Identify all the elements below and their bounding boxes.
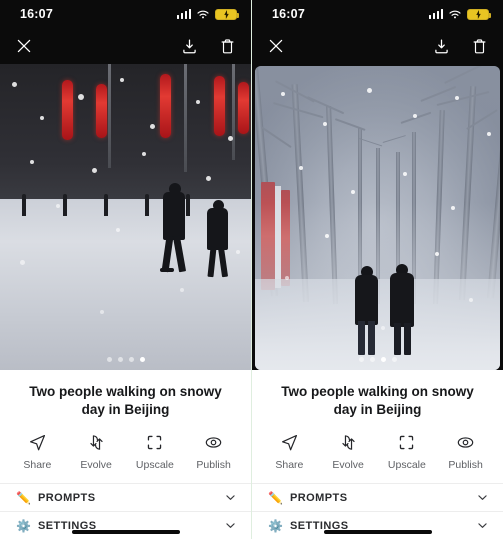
action-bar-left: Share Evolve Upscale Publish	[0, 431, 251, 483]
page-dot[interactable]	[391, 356, 397, 362]
page-dot[interactable]	[369, 356, 375, 362]
action-label: Share	[23, 459, 52, 471]
swap-arrows-icon	[89, 435, 103, 450]
status-bar: 16:07	[252, 0, 503, 28]
page-dot-active[interactable]	[139, 356, 145, 362]
action-label: Evolve	[80, 459, 112, 471]
battery-charging-icon	[215, 8, 239, 20]
section-prompts[interactable]: ✏️ PROMPTS	[252, 483, 503, 511]
status-bar: 16:07	[0, 0, 251, 28]
image-viewer-left[interactable]	[0, 64, 251, 370]
page-indicator-right[interactable]	[255, 356, 500, 362]
share-button[interactable]: Share	[260, 433, 319, 471]
home-indicator[interactable]	[71, 530, 180, 534]
status-time: 16:07	[20, 7, 53, 21]
action-label: Upscale	[135, 459, 174, 471]
delete-icon[interactable]	[220, 38, 235, 55]
action-label: Share	[275, 459, 304, 471]
eye-icon	[457, 437, 474, 448]
action-label: Evolve	[332, 459, 364, 471]
publish-button[interactable]: Publish	[436, 433, 495, 471]
swap-arrows-icon	[341, 435, 355, 450]
battery-charging-icon	[467, 8, 491, 20]
section-title: PROMPTS	[37, 491, 96, 504]
chevron-down-icon[interactable]	[224, 519, 237, 532]
publish-button[interactable]: Publish	[184, 433, 243, 471]
section-title: PROMPTS	[289, 491, 348, 504]
section-settings[interactable]: ⚙️ SETTINGS	[0, 511, 251, 539]
dual-screenshot-container: 16:07 Two people walking on snowy day in…	[0, 0, 503, 539]
page-dot-active[interactable]	[380, 356, 386, 362]
eye-icon	[205, 437, 222, 448]
evolve-button[interactable]: Evolve	[67, 433, 126, 471]
status-time: 16:07	[272, 7, 305, 21]
toolbar-actions	[181, 38, 235, 55]
page-indicator-left[interactable]	[0, 356, 251, 362]
chevron-down-icon[interactable]	[476, 519, 489, 532]
page-dot[interactable]	[358, 356, 364, 362]
action-label: Upscale	[387, 459, 426, 471]
status-icons	[176, 8, 239, 20]
delete-icon[interactable]	[472, 38, 487, 55]
upscale-button[interactable]: Upscale	[378, 433, 437, 471]
upscale-button[interactable]: Upscale	[126, 433, 185, 471]
wifi-icon	[449, 10, 461, 18]
action-label: Publish	[196, 459, 231, 471]
expand-corners-icon	[400, 435, 414, 450]
media-toolbar	[252, 28, 503, 64]
pencil-icon: ✏️	[16, 490, 31, 505]
phone-screen-right: 16:07 Two people walking on snowy day in…	[251, 0, 503, 539]
status-icons	[428, 8, 491, 20]
chevron-down-icon[interactable]	[476, 491, 489, 504]
section-settings[interactable]: ⚙️ SETTINGS	[252, 511, 503, 539]
download-icon[interactable]	[181, 38, 198, 55]
page-dot[interactable]	[117, 356, 123, 362]
pencil-icon: ✏️	[268, 490, 283, 505]
toolbar-actions	[433, 38, 487, 55]
home-indicator[interactable]	[323, 530, 432, 534]
signal-bars-icon	[428, 9, 443, 19]
page-dot[interactable]	[128, 356, 134, 362]
image-viewer-right[interactable]	[252, 64, 503, 370]
image-caption-right: Two people walking on snowy day in Beiji…	[252, 369, 503, 431]
download-icon[interactable]	[433, 38, 450, 55]
action-label: Publish	[448, 459, 483, 471]
image-caption-left: Two people walking on snowy day in Beiji…	[0, 369, 251, 431]
evolve-button[interactable]: Evolve	[319, 433, 378, 471]
page-dot[interactable]	[106, 356, 112, 362]
chevron-down-icon[interactable]	[224, 491, 237, 504]
generated-image-right	[255, 66, 500, 370]
signal-bars-icon	[176, 9, 191, 19]
close-icon[interactable]	[268, 38, 284, 54]
gear-icon: ⚙️	[268, 518, 283, 533]
wifi-icon	[197, 10, 209, 18]
share-button[interactable]: Share	[8, 433, 67, 471]
media-toolbar	[0, 28, 251, 64]
phone-screen-left: 16:07 Two people walking on snowy day in…	[0, 0, 251, 539]
section-prompts[interactable]: ✏️ PROMPTS	[0, 483, 251, 511]
expand-corners-icon	[148, 435, 162, 450]
gear-icon: ⚙️	[16, 518, 31, 533]
generated-image-left	[0, 64, 251, 370]
send-icon	[281, 434, 297, 451]
close-icon[interactable]	[16, 38, 32, 54]
send-icon	[29, 434, 45, 451]
action-bar-right: Share Evolve Upscale Publish	[252, 431, 503, 483]
